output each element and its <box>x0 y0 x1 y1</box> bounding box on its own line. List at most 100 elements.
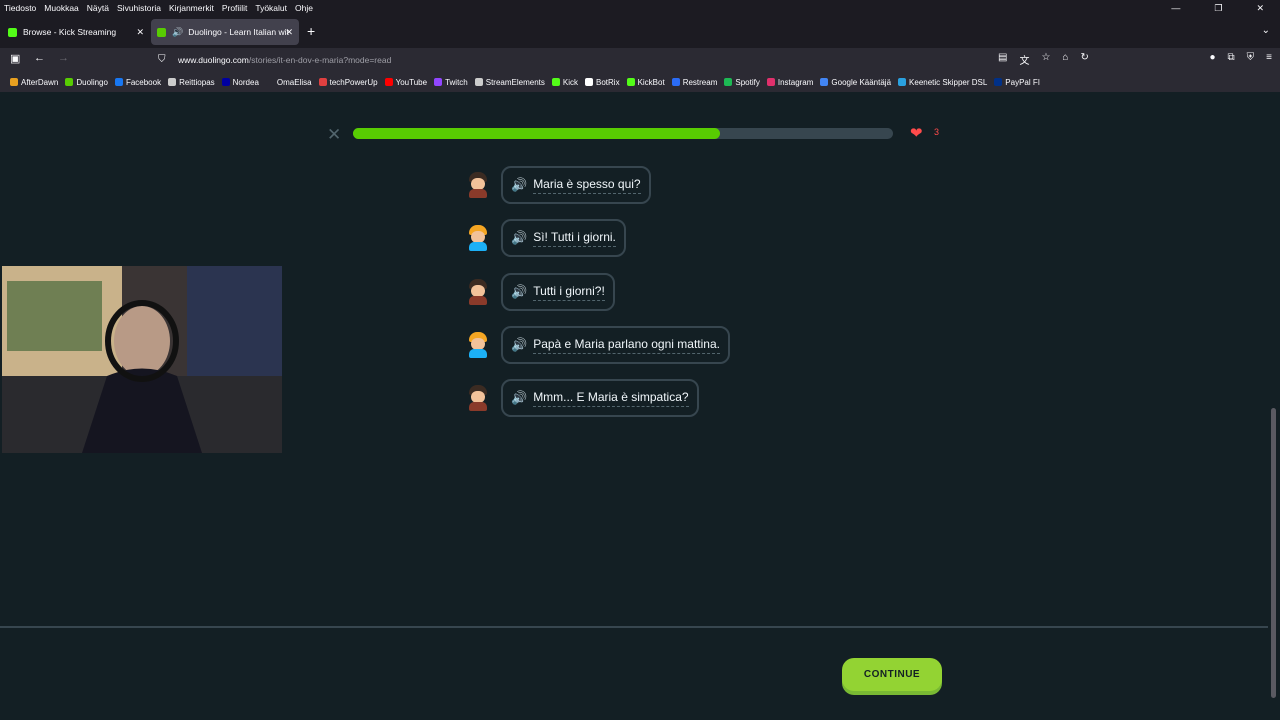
bookmark-label: Nordea <box>232 77 259 87</box>
bookmark-item[interactable]: Reittiopas <box>168 78 215 87</box>
shield-icon[interactable]: ⛨ <box>1247 52 1255 63</box>
progress-bar <box>353 128 893 139</box>
menu-help[interactable]: Ohje <box>295 3 313 13</box>
bookmark-favicon-icon <box>10 78 18 86</box>
forward-icon[interactable]: → <box>58 52 69 64</box>
bookmarks-bar: AfterDawn Duolingo Facebook Reittiopas Norde… <box>0 72 1280 92</box>
menu-history[interactable]: Sivuhistoria <box>117 3 161 13</box>
account-icon[interactable]: ● <box>1209 52 1215 63</box>
bookmark-favicon-icon <box>265 78 274 86</box>
speaker-icon[interactable]: 🔊 <box>511 230 527 246</box>
close-tab-icon[interactable]: ✕ <box>136 27 144 38</box>
bookmark-item[interactable]: Twitch <box>434 78 468 87</box>
extensions-icon[interactable]: ⧉ <box>1228 52 1235 63</box>
speaker-icon[interactable]: 🔊 <box>511 177 527 193</box>
menu-bookmarks[interactable]: Kirjanmerkit <box>169 3 214 13</box>
bookmark-item[interactable]: Kick <box>551 77 578 87</box>
restore-icon[interactable]: ❐ <box>1214 3 1222 14</box>
dialogue-text[interactable]: Maria è spesso qui? <box>533 177 641 194</box>
menu-tools[interactable]: Työkalut <box>255 3 287 13</box>
footer-divider <box>0 626 1268 628</box>
menu-icon[interactable]: ≡ <box>1266 52 1272 63</box>
bookmark-favicon-icon <box>434 78 443 86</box>
character-a-avatar <box>465 385 491 411</box>
bookmark-favicon-icon <box>994 78 1003 86</box>
bookmark-item[interactable]: Keenetic Skipper DSL <box>898 78 987 87</box>
bookmark-item[interactable]: Instagram <box>766 78 813 87</box>
heart-icon: ❤ <box>910 125 923 142</box>
bookmark-item[interactable]: AfterDawn <box>10 78 58 87</box>
speech-bubble[interactable]: 🔊 Maria è spesso qui? <box>501 166 651 204</box>
speech-bubble[interactable]: 🔊 Sì! Tutti i giorni. <box>501 219 626 257</box>
bookmark-item[interactable]: Duolingo <box>65 78 108 87</box>
dialogue-text[interactable]: Mmm... E Maria è simpatica? <box>533 390 689 407</box>
dialogue-line: 🔊 Papà e Maria parlano ogni mattina. <box>465 326 730 364</box>
bookmark-label: BotRix <box>596 77 620 87</box>
character-b-avatar <box>465 332 491 358</box>
bookmark-label: YouTube <box>395 77 428 87</box>
bookmark-item[interactable]: YouTube <box>384 77 428 87</box>
speaker-icon[interactable]: 🔊 <box>511 284 527 300</box>
bookmark-item[interactable]: Spotify <box>724 77 760 87</box>
reload-icon[interactable]: ↻ <box>1080 52 1088 67</box>
dialogue-line: 🔊 Maria è spesso qui? <box>465 166 651 204</box>
bookmark-label: Spotify <box>735 77 760 87</box>
bookmark-item[interactable]: techPowerUp <box>318 78 378 87</box>
bookmark-favicon-icon <box>671 78 680 86</box>
menu-view[interactable]: Näytä <box>87 3 109 13</box>
sidebar-toggle-icon[interactable]: ▣ <box>10 52 20 65</box>
bookmark-item[interactable]: PayPal FI <box>994 78 1040 87</box>
bookmark-favicon-icon <box>474 78 483 86</box>
speech-bubble[interactable]: 🔊 Mmm... E Maria è simpatica? <box>501 379 699 417</box>
menu-file[interactable]: Tiedosto <box>4 3 36 13</box>
translate-icon[interactable]: 文 <box>1019 52 1029 67</box>
dialogue-text[interactable]: Papà e Maria parlano ogni mattina. <box>533 337 720 354</box>
bookmark-favicon-icon <box>724 78 733 86</box>
page-scrollbar[interactable] <box>1268 92 1280 720</box>
tab-kick[interactable]: Browse - Kick Streaming ✕ <box>2 19 150 45</box>
close-lesson-icon[interactable]: ✕ <box>327 125 341 145</box>
bookmark-label: PayPal FI <box>1005 77 1040 87</box>
audio-playing-icon[interactable]: 🔊 <box>172 27 183 38</box>
bookmark-favicon-icon <box>766 78 775 86</box>
dialogue-text[interactable]: Sì! Tutti i giorni. <box>533 230 616 247</box>
tab-duolingo[interactable]: 🔊 Duolingo - Learn Italian wit ✕ <box>151 19 299 45</box>
speaker-icon[interactable]: 🔊 <box>511 390 527 406</box>
bookmark-label: Twitch <box>445 77 468 87</box>
bookmark-label: Kick <box>562 77 578 87</box>
bookmark-item[interactable]: StreamElements <box>474 78 545 87</box>
dialogue-line: 🔊 Tutti i giorni?! <box>465 273 615 311</box>
url-bar[interactable]: ⛉ www.duolingo.com/stories/it-en-dov-e-m… <box>152 50 1092 70</box>
reader-view-icon[interactable]: ▤ <box>998 52 1007 67</box>
close-tab-icon[interactable]: ✕ <box>285 27 293 38</box>
avatar-shirt <box>469 296 487 305</box>
character-a-avatar <box>465 279 491 305</box>
bookmark-label: AfterDawn <box>21 77 59 87</box>
bookmark-item[interactable]: OmaElisa <box>265 78 312 87</box>
speech-bubble[interactable]: 🔊 Papà e Maria parlano ogni mattina. <box>501 326 730 364</box>
bookmark-item[interactable]: BotRix <box>585 78 620 87</box>
bookmark-label: Reittiopas <box>179 77 215 87</box>
continue-button[interactable]: CONTINUE <box>842 658 942 691</box>
minimize-icon[interactable]: — <box>1171 3 1180 13</box>
bookmark-item[interactable]: Restream <box>671 78 717 87</box>
scrollbar-thumb[interactable] <box>1271 408 1276 698</box>
bookmark-item[interactable]: Facebook <box>114 78 161 87</box>
menu-edit[interactable]: Muokkaa <box>44 3 79 13</box>
new-tab-icon[interactable]: + <box>307 23 315 39</box>
site-info-icon[interactable]: ⛉ <box>158 54 166 65</box>
bookmark-item[interactable]: KickBot <box>626 78 665 87</box>
bookmark-item[interactable]: Nordea <box>221 77 259 87</box>
back-icon[interactable]: ← <box>34 52 45 64</box>
close-window-icon[interactable]: ✕ <box>1256 3 1264 14</box>
webcam-overlay <box>2 266 282 453</box>
bookmark-favicon-icon <box>114 78 123 86</box>
bookmark-star-icon[interactable]: ☆ <box>1041 52 1050 67</box>
speaker-icon[interactable]: 🔊 <box>511 337 527 353</box>
chevron-down-icon[interactable]: ⌄ <box>1262 25 1270 36</box>
speech-bubble[interactable]: 🔊 Tutti i giorni?! <box>501 273 615 311</box>
bookmark-item[interactable]: Google Kääntäjä <box>820 78 891 87</box>
home-icon[interactable]: ⌂ <box>1062 52 1068 67</box>
menu-profiles[interactable]: Profiilit <box>222 3 248 13</box>
dialogue-text[interactable]: Tutti i giorni?! <box>533 284 605 301</box>
